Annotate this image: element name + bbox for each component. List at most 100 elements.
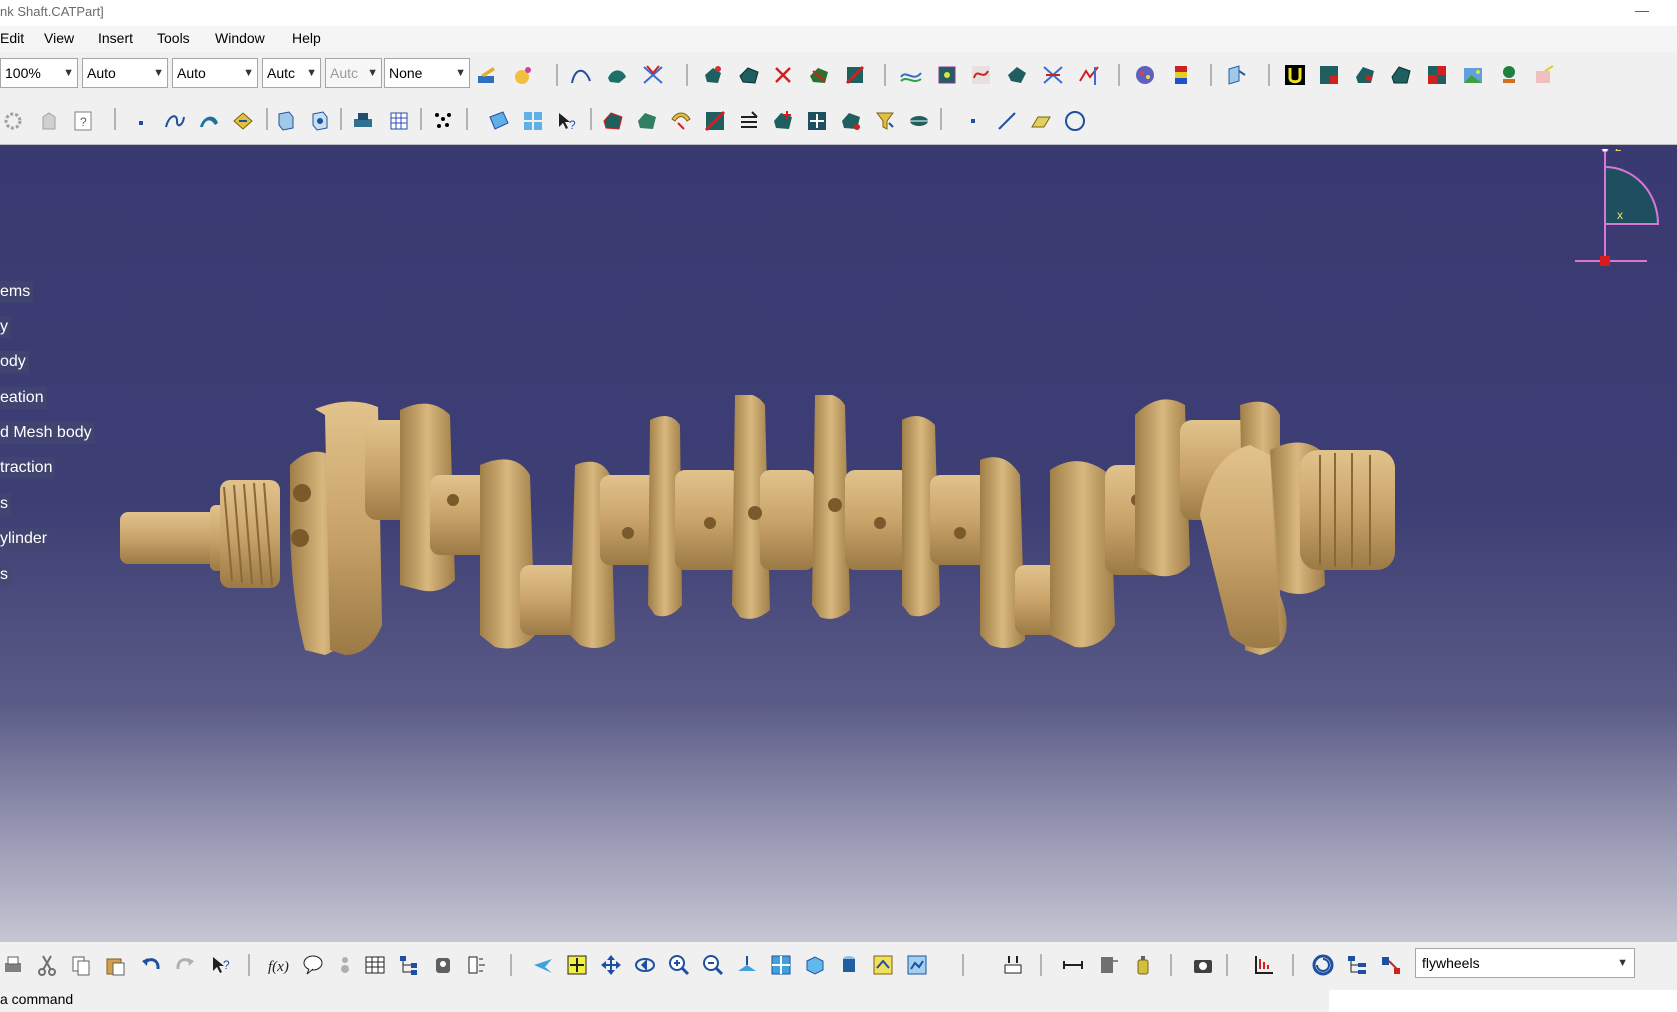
zoom-out-icon[interactable] [700,952,726,978]
rotate-icon[interactable] [632,952,658,978]
refresh-icon[interactable] [1310,952,1336,978]
painter-icon[interactable] [474,62,500,88]
spline-icon[interactable] [162,108,188,134]
plane-icon[interactable] [486,108,512,134]
capture-icon[interactable] [1190,952,1216,978]
extrude-icon[interactable] [272,108,298,134]
shape-icon[interactable] [1004,62,1030,88]
plane-icon[interactable] [1028,108,1054,134]
minimize-button[interactable]: — [1627,0,1657,24]
intersect-icon[interactable] [640,62,666,88]
circle-icon[interactable] [1062,108,1088,134]
line-icon[interactable] [994,108,1020,134]
iso-view-icon[interactable] [802,952,828,978]
measure-item-icon[interactable] [1096,952,1122,978]
polyline-icon[interactable] [1076,62,1102,88]
project-icon[interactable] [838,108,864,134]
tree-node[interactable]: traction [0,457,56,479]
command-input[interactable] [1329,990,1677,1012]
3d-viewport[interactable]: ems y ody eation d Mesh body traction s … [0,145,1677,942]
split-surface-icon[interactable] [702,108,728,134]
filter-tool-icon[interactable] [1378,952,1404,978]
revolve-icon[interactable] [306,108,332,134]
fill-holes-icon[interactable] [842,62,868,88]
measure-icon[interactable] [1000,952,1026,978]
mesh-cleaner-icon[interactable] [700,62,726,88]
tree-node[interactable]: y [0,316,11,338]
menu-tools[interactable]: Tools [157,30,190,46]
point-icon[interactable] [960,108,986,134]
scene-icon[interactable] [1496,62,1522,88]
surface-icon[interactable] [604,62,630,88]
print-icon[interactable] [0,952,26,978]
menu-help[interactable]: Help [292,30,321,46]
measure-inertia-icon[interactable] [1130,952,1156,978]
plane-view-icon[interactable] [1224,62,1250,88]
delete-icon[interactable] [770,62,796,88]
point-icon[interactable] [128,108,154,134]
color-scale-icon[interactable] [1168,62,1194,88]
color-combo[interactable]: Auto ▼ [82,58,168,88]
axis-system-icon[interactable] [1250,952,1276,978]
deviation-icon[interactable] [934,62,960,88]
multi-view-icon[interactable] [768,952,794,978]
axis-compass[interactable]: z x [1570,149,1670,279]
scatter-points-icon[interactable] [430,108,456,134]
knowledge-icon[interactable] [332,952,358,978]
gear-settings-icon[interactable] [0,108,26,134]
swap-visible-space-icon[interactable] [904,952,930,978]
parameters-icon[interactable] [464,952,490,978]
patch-icon[interactable] [1316,62,1342,88]
transparency-combo[interactable]: Auto ▼ [172,58,258,88]
undo-icon[interactable] [138,952,164,978]
sweep-icon[interactable] [196,108,222,134]
curve-icon[interactable] [568,62,594,88]
planar-section-icon[interactable] [230,108,256,134]
comment-icon[interactable] [300,952,326,978]
blend-icon[interactable] [668,108,694,134]
tree-node[interactable]: ody [0,351,29,373]
menu-view[interactable]: View [44,30,74,46]
menu-edit[interactable]: Edit [0,30,24,46]
catalog-icon[interactable] [430,952,456,978]
tree-node[interactable]: eation [0,387,47,409]
grid-patch-icon[interactable] [1388,62,1414,88]
analysis-icon[interactable] [1132,62,1158,88]
linetype-combo[interactable]: Autc ▼ [262,58,321,88]
cut-icon[interactable] [34,952,60,978]
image-icon[interactable] [1460,62,1486,88]
u-shape-icon[interactable] [1282,62,1308,88]
fit-surface-icon[interactable] [600,108,626,134]
fly-mode-icon[interactable] [530,952,556,978]
tree-structure-icon[interactable] [396,952,422,978]
decimate-icon[interactable] [806,62,832,88]
menu-insert[interactable]: Insert [98,30,133,46]
paste-icon[interactable] [102,952,128,978]
mesh-patch-icon[interactable] [1352,62,1378,88]
texture-icon[interactable] [1532,62,1558,88]
quad-icon[interactable] [1424,62,1450,88]
zoom-in-icon[interactable] [666,952,692,978]
hide-show-icon[interactable] [870,952,896,978]
lens-icon[interactable] [906,108,932,134]
whats-this-icon[interactable]: ? [208,952,234,978]
formula-icon[interactable]: f(x) [266,952,292,978]
mesh-smooth-icon[interactable] [736,62,762,88]
tree-node[interactable]: s [0,564,11,586]
crankshaft-model[interactable] [120,395,1520,835]
tree-icon[interactable] [1344,952,1370,978]
layer-combo[interactable]: None ▼ [384,58,470,88]
multi-plane-icon[interactable] [520,108,546,134]
whats-this-icon[interactable]: ? [554,108,580,134]
tree-node[interactable]: d Mesh body [0,422,95,444]
trim-icon[interactable] [736,108,762,134]
filter-icon[interactable] [872,108,898,134]
pan-icon[interactable] [598,952,624,978]
tree-node[interactable]: s [0,493,11,515]
selection-filter-combo[interactable]: flywheels ▼ [1415,948,1635,978]
help-topic-icon[interactable]: ? [70,108,96,134]
mesh-shell-icon[interactable] [634,108,660,134]
curvature-icon[interactable] [898,62,924,88]
assembly-icon[interactable] [350,108,376,134]
tree-node[interactable]: ems [0,281,34,303]
